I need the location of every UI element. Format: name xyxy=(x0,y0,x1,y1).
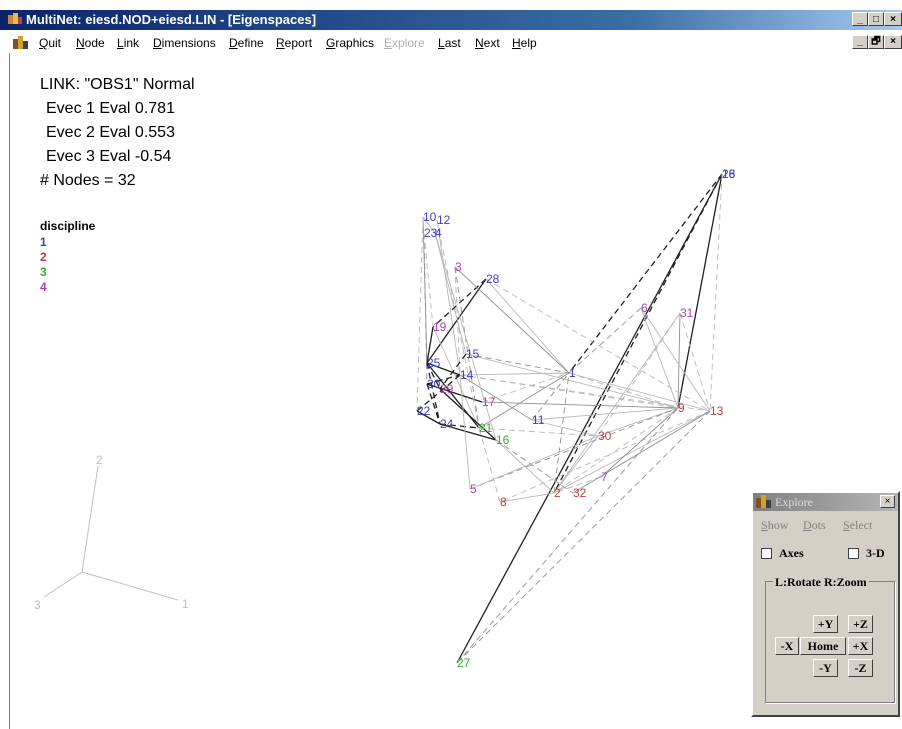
node-label-20[interactable]: 20 xyxy=(427,377,441,391)
node-label-25[interactable]: 25 xyxy=(427,356,441,370)
node-label-6[interactable]: 6 xyxy=(641,301,648,315)
plus-x-button[interactable]: +X xyxy=(848,637,873,655)
home-button[interactable]: Home xyxy=(800,637,846,655)
minus-z-button[interactable]: -Z xyxy=(848,659,873,677)
node-label-4[interactable]: 4 xyxy=(435,226,442,240)
node-label-9[interactable]: 9 xyxy=(678,401,685,415)
network-link xyxy=(465,353,570,374)
network-link xyxy=(456,410,711,664)
network-link xyxy=(485,278,711,412)
node-label-27[interactable]: 27 xyxy=(457,656,471,670)
node-label-17[interactable]: 17 xyxy=(482,395,496,409)
explore-panel[interactable]: Explore × Show Dots Select Axes 3-D L:Ro… xyxy=(751,491,900,717)
node-label-28[interactable]: 28 xyxy=(486,272,500,286)
explore-title-bar[interactable]: Explore × xyxy=(753,493,898,511)
node-label-1[interactable]: 1 xyxy=(569,366,576,380)
axis-2-label: 2 xyxy=(96,453,103,467)
network-link xyxy=(531,407,679,421)
node-label-32[interactable]: 32 xyxy=(573,486,587,500)
node-label-15[interactable]: 15 xyxy=(466,347,480,361)
explore-menu-select[interactable]: Select xyxy=(843,518,872,533)
network-link xyxy=(709,173,723,412)
axis-3-label: 3 xyxy=(34,598,41,612)
node-label-8[interactable]: 8 xyxy=(500,495,507,509)
node-label-2[interactable]: 2 xyxy=(554,486,561,500)
node-label-22[interactable]: 22 xyxy=(417,404,431,418)
network-links xyxy=(416,173,723,664)
node-label-29[interactable]: 29 xyxy=(440,382,454,396)
axis-1-label: 1 xyxy=(182,597,189,611)
plus-z-button[interactable]: +Z xyxy=(848,615,873,633)
minus-x-button[interactable]: -X xyxy=(775,637,799,655)
node-label-30[interactable]: 30 xyxy=(598,429,612,443)
node-label-14[interactable]: 14 xyxy=(460,368,474,382)
network-link xyxy=(568,307,642,374)
network-link xyxy=(677,312,681,409)
axes-checkbox-label: Axes xyxy=(779,546,804,560)
network-link xyxy=(572,410,711,494)
threed-checkbox-label: 3-D xyxy=(866,546,885,560)
threed-checkbox[interactable] xyxy=(848,548,859,559)
network-link xyxy=(568,173,723,374)
node-label-10[interactable]: 10 xyxy=(423,210,437,224)
minus-y-button[interactable]: -Y xyxy=(813,659,838,677)
network-nodes: 10 1223432826186 3119152514 120 2917 9 1322112… xyxy=(417,167,736,670)
node-label-19[interactable]: 19 xyxy=(433,320,447,334)
axes-gizmo xyxy=(43,465,179,601)
network-link xyxy=(553,312,681,494)
node-label-3[interactable]: 3 xyxy=(455,260,462,274)
explore-app-icon xyxy=(756,495,771,508)
app-window: MultiNet: eiesd.NOD+eiesd.LIN - [Eigensp… xyxy=(0,0,902,729)
network-link xyxy=(495,439,574,494)
explore-menu-dots[interactable]: Dots xyxy=(803,518,826,533)
axes-checkbox[interactable] xyxy=(761,548,772,559)
network-link xyxy=(416,216,424,412)
node-label-21[interactable]: 21 xyxy=(479,421,493,435)
node-label-31[interactable]: 31 xyxy=(680,306,694,320)
explore-title: Explore xyxy=(775,495,813,509)
network-link xyxy=(485,278,570,374)
explore-close-button[interactable]: × xyxy=(880,495,895,508)
node-label-16[interactable]: 16 xyxy=(496,433,510,447)
node-label-13[interactable]: 13 xyxy=(710,404,724,418)
network-link xyxy=(456,173,723,664)
node-label-18[interactable]: 18 xyxy=(722,167,736,181)
plus-y-button[interactable]: +Y xyxy=(813,615,838,633)
network-link xyxy=(499,492,555,503)
network-link xyxy=(465,353,679,409)
network-link xyxy=(434,232,467,355)
network-link xyxy=(640,307,679,409)
network-link xyxy=(568,372,679,409)
network-link xyxy=(553,410,711,494)
node-label-12[interactable]: 12 xyxy=(437,213,451,227)
rotate-zoom-group-label: L:Rotate R:Zoom xyxy=(773,575,869,590)
node-label-24[interactable]: 24 xyxy=(440,417,454,431)
network-link xyxy=(600,407,679,478)
node-label-7[interactable]: 7 xyxy=(601,470,608,484)
explore-menu-show[interactable]: Show xyxy=(761,518,788,533)
node-label-5[interactable]: 5 xyxy=(470,482,477,496)
network-link xyxy=(456,407,679,664)
node-label-11[interactable]: 11 xyxy=(532,413,545,427)
